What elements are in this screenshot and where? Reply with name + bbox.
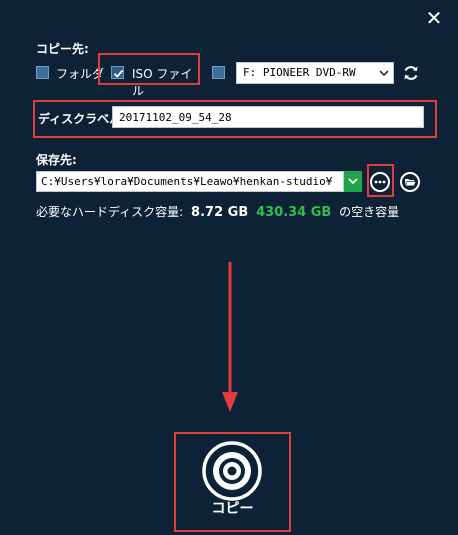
close-icon[interactable]: ✕ bbox=[424, 8, 444, 28]
folder-option-label: フォルダ bbox=[56, 67, 105, 81]
copy-destination-label: コピー先: bbox=[36, 42, 89, 56]
disc-checkbox[interactable] bbox=[212, 66, 225, 79]
disc-label-input[interactable] bbox=[112, 106, 424, 128]
disk-space-info: 必要なハードディスク容量: 8.72 GB 430.34 GB の空き容量 bbox=[36, 203, 399, 220]
browse-button[interactable] bbox=[370, 172, 390, 192]
open-folder-button[interactable] bbox=[400, 172, 420, 192]
checkmark-icon bbox=[113, 69, 124, 78]
chevron-down-icon bbox=[379, 70, 389, 77]
drive-select[interactable]: F: PIONEER DVD-RW bbox=[236, 62, 394, 84]
disk-space-suffix: の空き容量 bbox=[339, 205, 400, 219]
save-path-input[interactable] bbox=[36, 171, 344, 192]
refresh-icon[interactable] bbox=[402, 64, 420, 82]
disk-space-prefix: 必要なハードディスク容量: bbox=[36, 205, 184, 219]
iso-file-option-label: ISO ファイル bbox=[132, 67, 193, 98]
iso-file-checkbox[interactable] bbox=[111, 66, 124, 79]
folder-open-icon bbox=[405, 179, 416, 186]
free-space: 430.34 GB bbox=[256, 205, 332, 220]
copy-button-label: コピー bbox=[211, 501, 254, 517]
save-destination-label: 保存先: bbox=[36, 153, 77, 167]
required-space: 8.72 GB bbox=[191, 205, 249, 220]
path-history-dropdown[interactable] bbox=[344, 171, 362, 192]
disc-icon bbox=[202, 441, 262, 501]
chevron-down-icon bbox=[348, 178, 358, 185]
folder-checkbox[interactable] bbox=[36, 66, 49, 79]
copy-button[interactable]: コピー bbox=[174, 432, 291, 532]
iso-file-option[interactable]: ISO ファイル bbox=[111, 65, 197, 98]
drive-select-value: F: PIONEER DVD-RW bbox=[243, 66, 356, 79]
annotation-arrow bbox=[222, 262, 238, 412]
ellipsis-icon bbox=[374, 180, 386, 184]
